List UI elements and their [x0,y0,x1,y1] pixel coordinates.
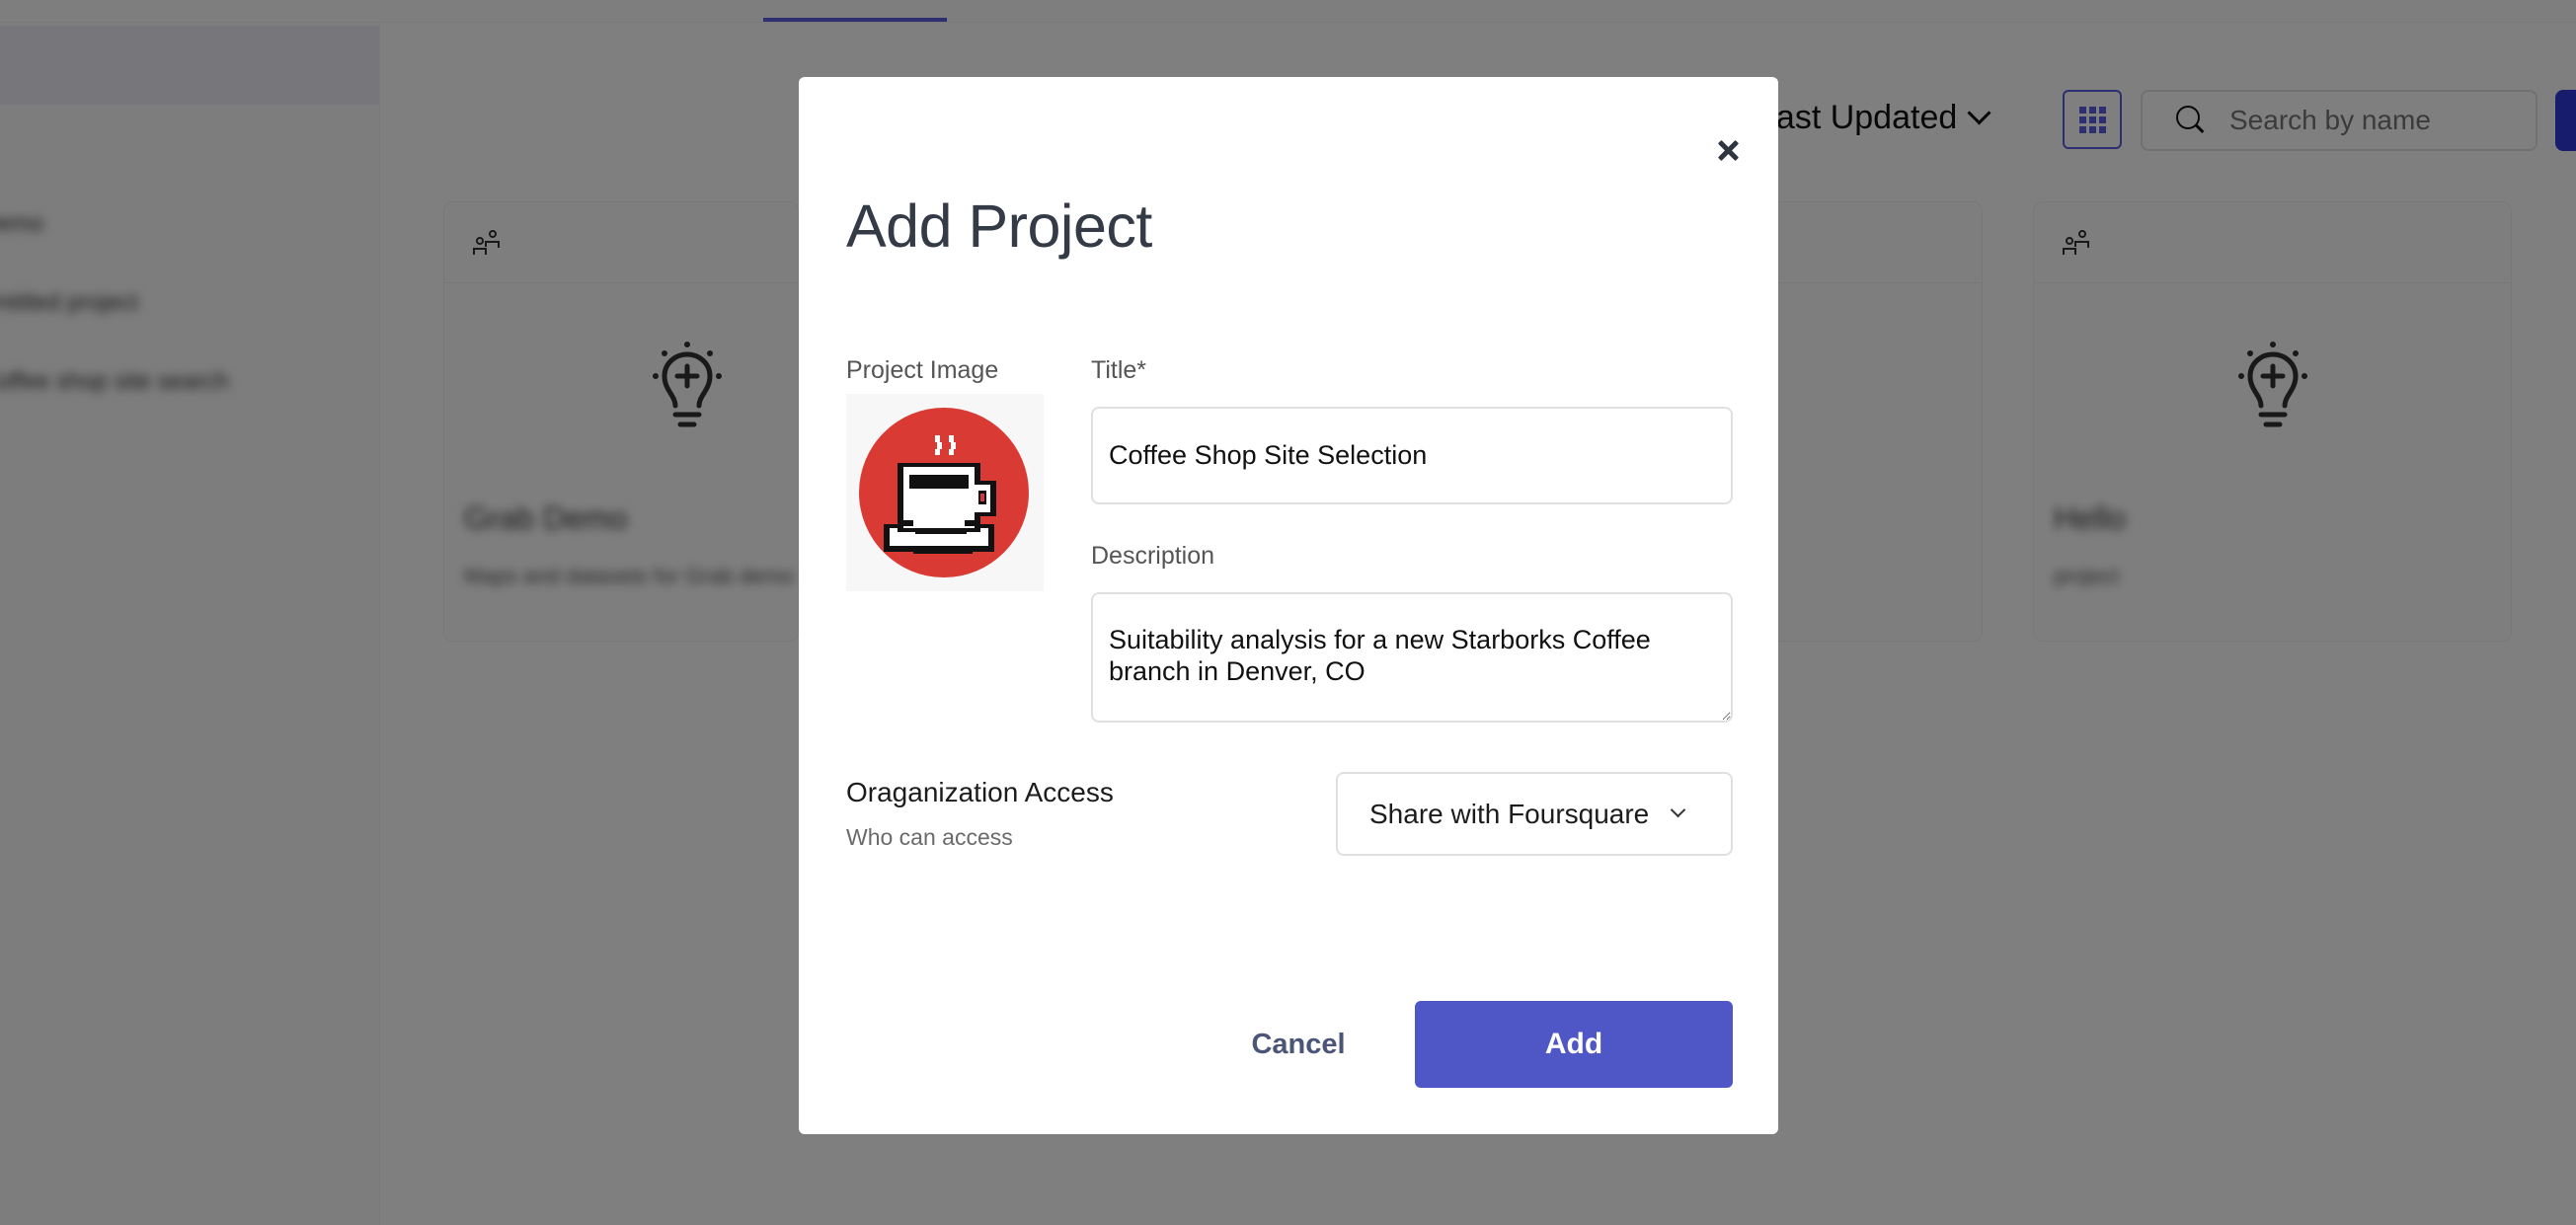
title-input[interactable] [1091,407,1733,504]
title-label: Title* [1091,356,1147,384]
project-image-label: Project Image [846,356,999,384]
chevron-down-icon [1670,802,1686,818]
cancel-button[interactable]: Cancel [1229,1001,1367,1088]
projects-page: Demo Untitled project Coffee shop site s… [0,0,2576,1225]
access-select-value: Share with Foursquare [1369,798,1650,829]
organization-access-label: Oraganization Access [846,777,1114,807]
project-image-picker[interactable] [846,394,1044,591]
close-icon[interactable] [1697,120,1756,180]
organization-access-sublabel: Who can access [846,824,1013,850]
coffee-cup-icon [859,408,1029,577]
description-label: Description [1091,542,1215,570]
add-project-modal: Add Project Project Image Title* Coffee … [799,77,1778,1134]
access-select[interactable]: Share with Foursquare [1336,772,1733,856]
description-textarea[interactable]: Suitability analysis for a new Starborks… [1091,592,1733,723]
add-button[interactable]: Add [1415,1001,1733,1088]
modal-title: Add Project [846,192,1152,260]
